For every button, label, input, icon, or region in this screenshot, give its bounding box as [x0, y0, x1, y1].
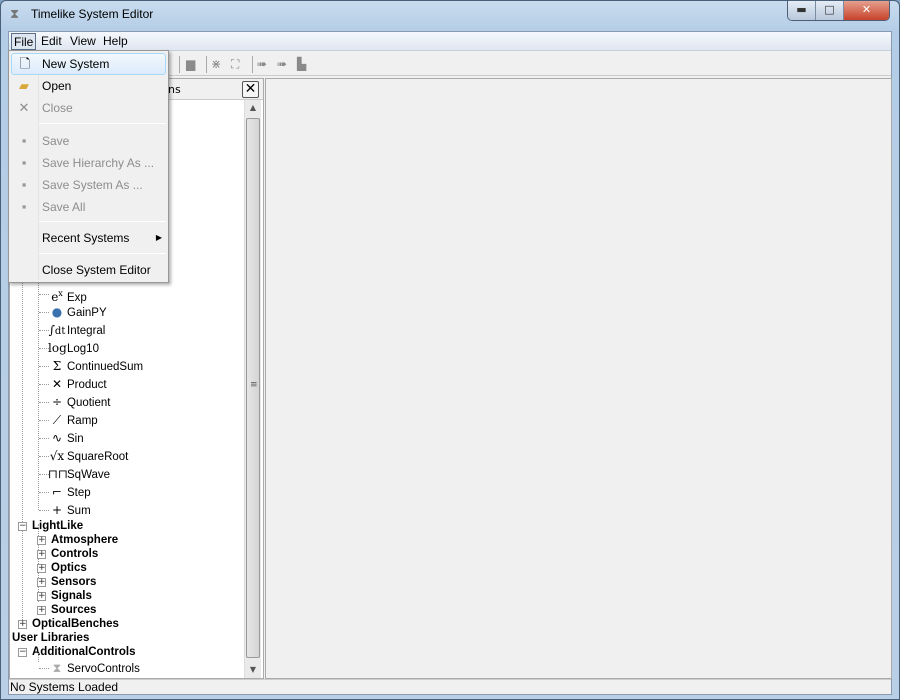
tree-node-signals-toggle[interactable]: + [37, 592, 46, 601]
log-icon: log [48, 341, 67, 355]
squarewave-icon: ⊓⊓ [48, 467, 69, 481]
export-icon[interactable]: ▆ [186, 57, 195, 71]
run-icon[interactable]: ➠ [277, 57, 287, 71]
close-window-button[interactable]: ✕ [844, 1, 889, 20]
step-icon: ⌐ [51, 485, 63, 499]
step-icon[interactable]: ➠ [257, 57, 267, 71]
tree-item-continuedsum[interactable]: Σ ContinuedSum [48, 358, 143, 374]
file-menu: 🗋 New System ▰ Open ✕ Close ▪ Save ▪ Save Hierarc… [8, 50, 169, 283]
math-icon: Σ [52, 359, 62, 373]
floppy-icon: ▪ [21, 177, 27, 192]
tree-node-optics-toggle[interactable]: + [37, 564, 46, 573]
tree-node-atmosphere-toggle[interactable]: + [37, 536, 46, 545]
tree-item-sqwave[interactable]: ⊓⊓SqWave [48, 466, 110, 482]
tree-item-product[interactable]: ✕ Product [48, 376, 107, 392]
stop-icon[interactable]: ▙ [297, 57, 306, 71]
floppy-icon: ▪ [21, 155, 27, 170]
scroll-thumb[interactable]: ≡ [246, 118, 260, 658]
tree-node-controls-toggle[interactable]: + [37, 550, 46, 559]
menu-file[interactable]: File [11, 33, 37, 50]
tree-node-additionalcontrols-toggle[interactable]: − [18, 648, 27, 657]
python-icon: ● [51, 305, 63, 319]
menu-item-recent-systems[interactable]: Recent Systems ▶ [11, 227, 166, 249]
menubar: File Edit View Help [9, 32, 891, 51]
tree-node-sensors-toggle[interactable]: + [37, 578, 46, 587]
expand-icon[interactable]: ⛶ [231, 57, 239, 71]
submenu-arrow-icon: ▶ [155, 233, 162, 242]
sine-icon: ∿ [51, 431, 63, 445]
menu-item-close-system-editor[interactable]: Close System Editor [11, 259, 166, 281]
tree-item-sin[interactable]: ∿ Sin [48, 430, 84, 446]
math-icon: ✕ [51, 377, 63, 391]
tree-item-integral[interactable]: ∫dt Integral [48, 322, 106, 338]
tree-item-sum[interactable]: + Sum [48, 502, 91, 518]
math-icon: ÷ [51, 395, 63, 409]
tree-item-gainpy[interactable]: ● GainPY [48, 304, 107, 320]
scroll-down-arrow[interactable]: ▼ [245, 662, 261, 678]
tree-node-opticalbenches-toggle[interactable]: + [18, 620, 27, 629]
status-bar: No Systems Loaded [9, 679, 891, 695]
menu-item-open[interactable]: ▰ Open [11, 75, 166, 97]
tree-item-exp[interactable]: ex Exp [48, 286, 87, 304]
menu-item-save-hierarchy-as[interactable]: ▪ Save Hierarchy As ... [11, 152, 166, 174]
math-icon: + [51, 503, 63, 517]
maximize-button[interactable]: □ [816, 1, 844, 20]
x-icon: √x [49, 449, 65, 463]
tree-item-quotient[interactable]: ÷ Quotient [48, 394, 111, 410]
panel-title: ns [168, 83, 181, 96]
minimize-button[interactable]: ▬ [788, 1, 816, 20]
menu-item-save[interactable]: ▪ Save [11, 130, 166, 152]
floppy-icon: ▪ [21, 133, 27, 148]
close-panel-button[interactable]: ✕ [242, 81, 259, 98]
tree-item-squareroot[interactable]: √x SquareRoot [48, 448, 129, 464]
tree-node-additionalcontrols[interactable]: AdditionalControls [32, 644, 136, 660]
floppy-multiple-icon: ▪ [21, 199, 27, 214]
system-canvas [265, 78, 892, 679]
tree-scrollbar[interactable]: ▲ ≡ ▼ [244, 100, 261, 678]
menu-help[interactable]: Help [101, 33, 130, 50]
ramp-icon: ⟋ [52, 413, 62, 427]
scroll-up-arrow[interactable]: ▲ [245, 100, 261, 116]
dt-icon: ∫dt [48, 323, 66, 337]
tree-item-servocontrols[interactable]: ⧗ ServoControls [48, 660, 140, 676]
menu-edit[interactable]: Edit [39, 33, 64, 50]
hourglass-app-icon: ⧗ [10, 7, 20, 22]
close-x-icon: ✕ [18, 100, 30, 115]
tree-node-sources-toggle[interactable]: + [37, 606, 46, 615]
window-title: Timelike System Editor [31, 7, 154, 21]
tree-item-step[interactable]: ⌐ Step [48, 484, 91, 500]
menu-item-save-all[interactable]: ▪ Save All [11, 196, 166, 218]
new-document-icon: 🗋 [19, 56, 31, 71]
tree-item-log10[interactable]: logLog10 [48, 340, 99, 356]
hourglass-icon: ⧗ [52, 661, 62, 675]
menu-item-close[interactable]: ✕ Close [11, 97, 166, 119]
ex-icon: ex [51, 289, 63, 304]
menu-view[interactable]: View [68, 33, 98, 50]
open-folder-icon: ▰ [19, 78, 29, 93]
tree-item-ramp[interactable]: ⟋ Ramp [48, 412, 98, 428]
menu-item-save-system-as[interactable]: ▪ Save System As ... [11, 174, 166, 196]
tree-node-lightlike-toggle[interactable]: − [18, 522, 27, 531]
menu-item-new-system[interactable]: 🗋 New System [11, 53, 166, 75]
collapse-icon[interactable]: ⋇ [211, 57, 221, 71]
